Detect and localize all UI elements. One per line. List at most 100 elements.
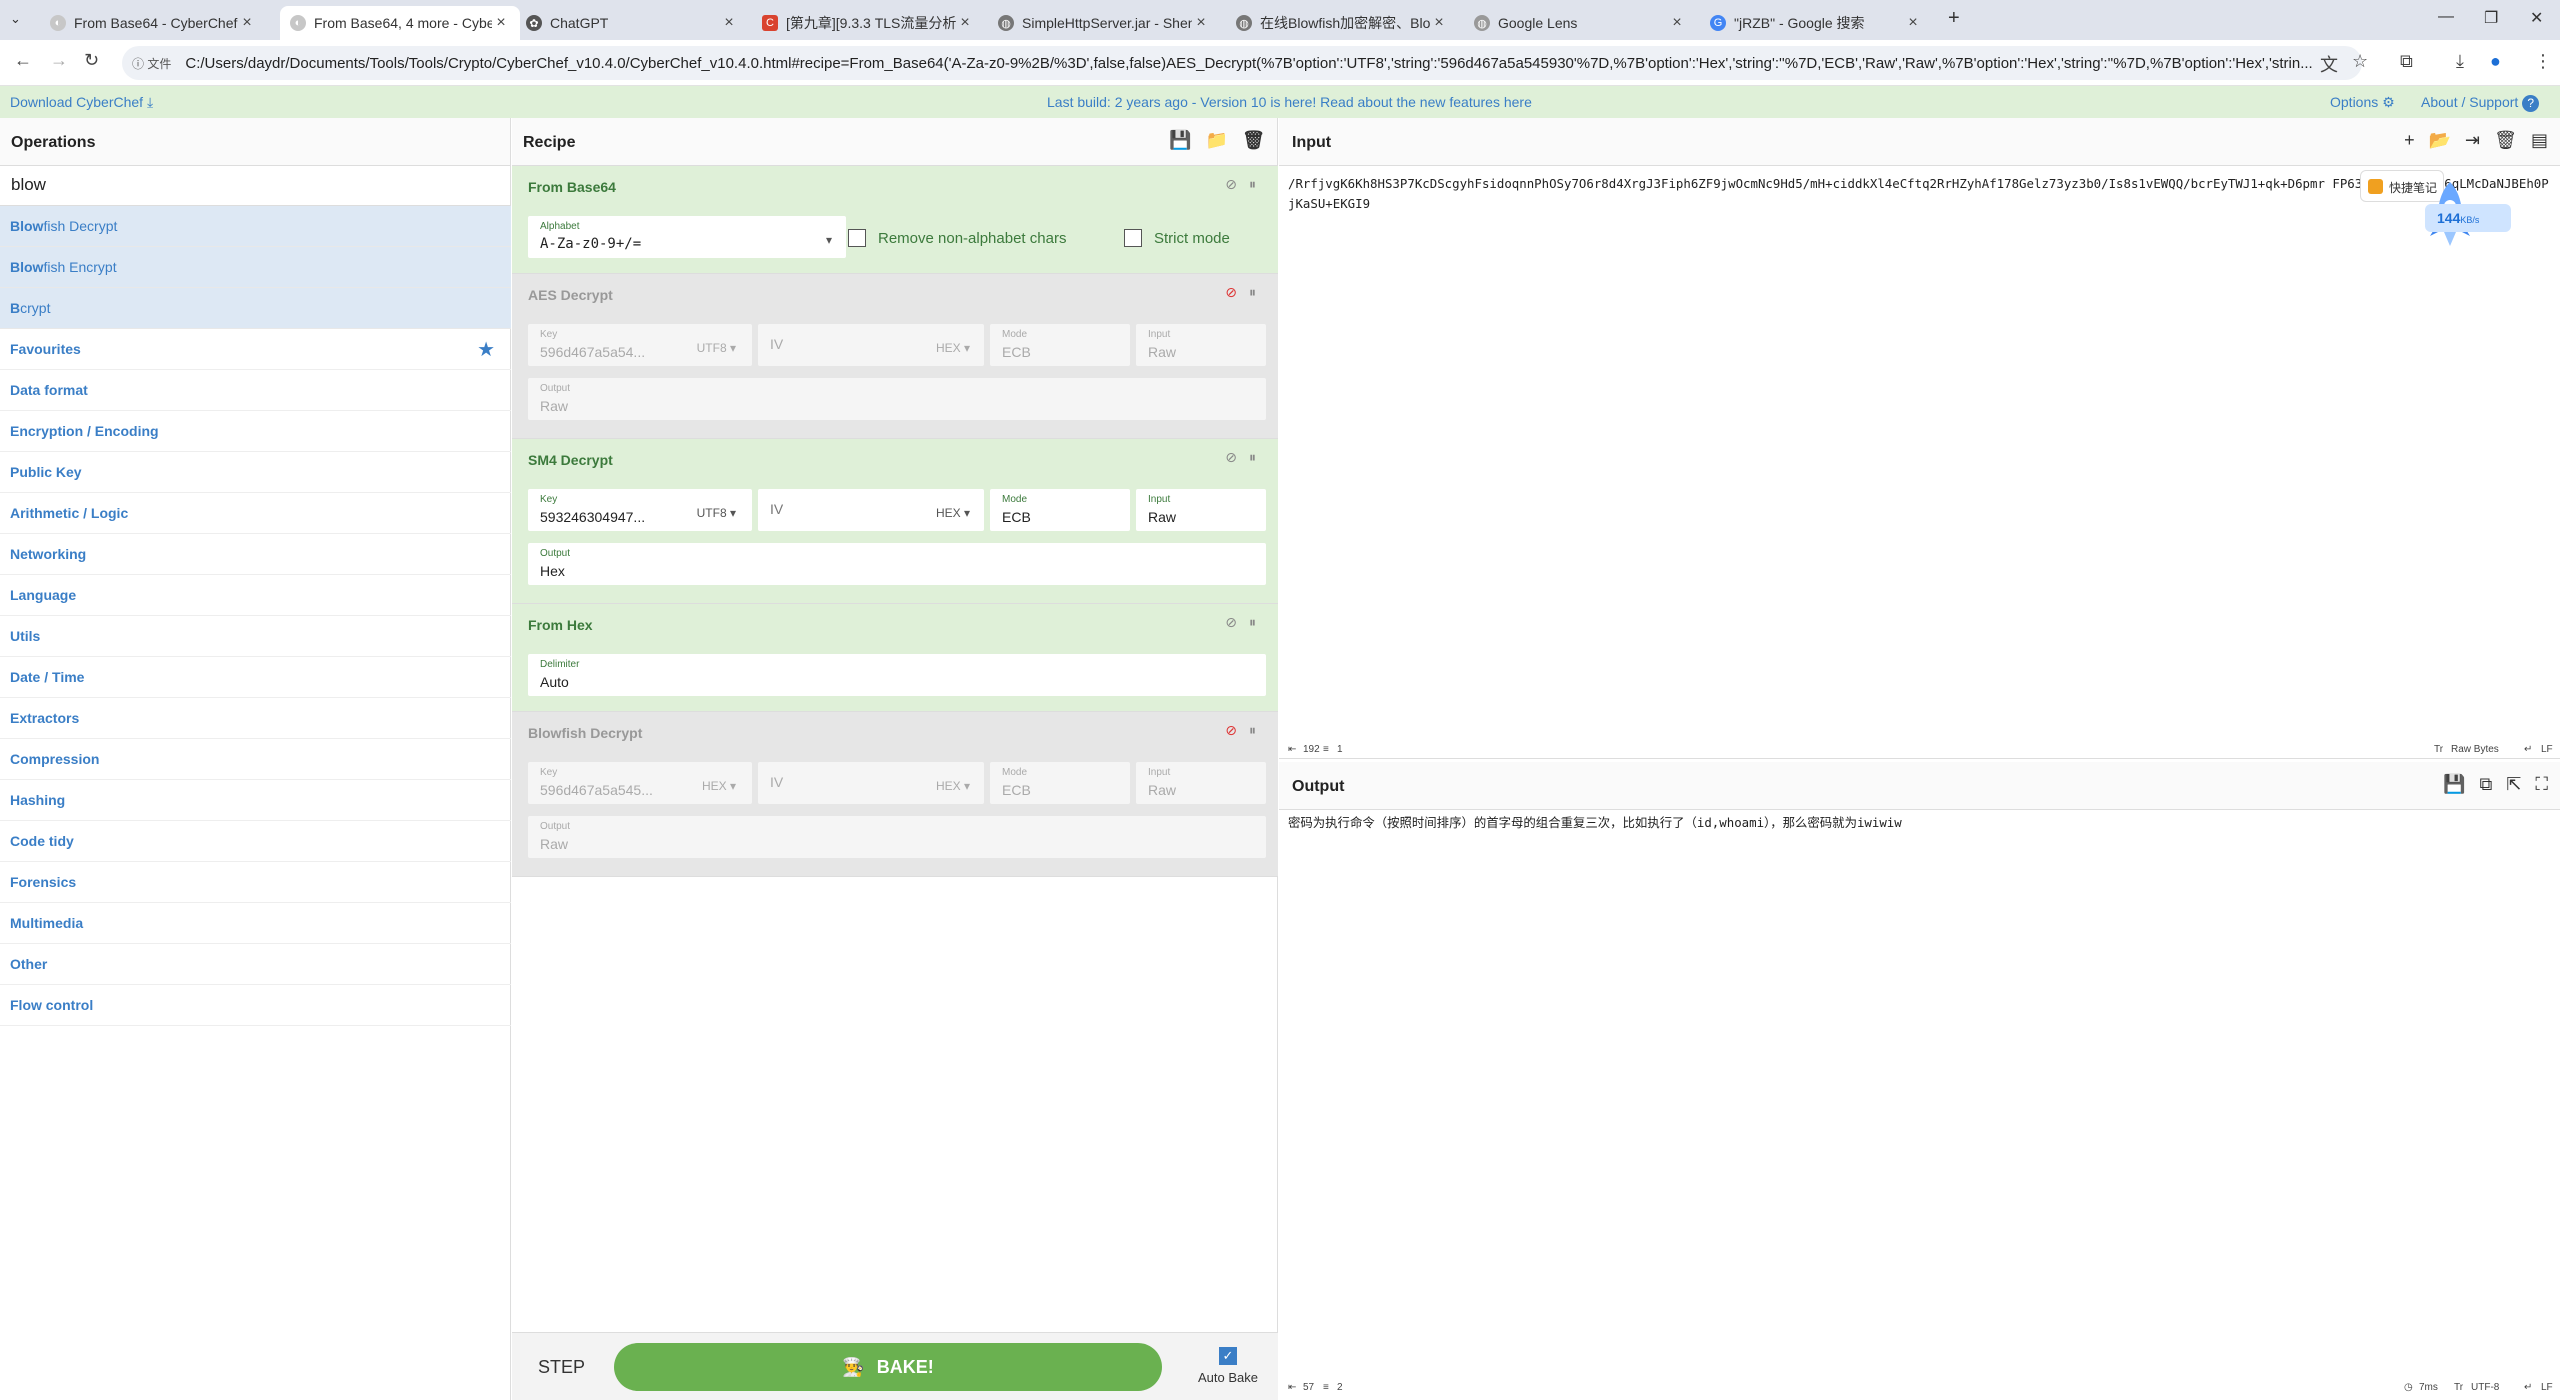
omnibox-file-chip[interactable]: ⓘ 文件 (132, 55, 171, 72)
output-eol-button[interactable]: LF (2541, 1382, 2553, 1393)
disable-icon[interactable]: ⊘ (1225, 614, 1237, 631)
add-tab-plus-icon[interactable]: + (2404, 130, 2415, 151)
alphabet-select[interactable]: Alphabet A-Za-z0-9+/= ▾ (528, 216, 846, 258)
trash-icon[interactable]: 🗑 (1242, 130, 1265, 151)
strict-mode-checkbox[interactable]: Strict mode (1124, 229, 1230, 247)
layout-icon[interactable]: ▤ (2531, 130, 2548, 151)
forward-arrow-icon[interactable]: → (50, 50, 68, 71)
sm4-iv-field[interactable]: IV HEX ▾ (758, 489, 984, 531)
key-encoding-dropdown[interactable]: UTF8 ▾ (697, 506, 736, 520)
category-date-time[interactable]: Date / Time (0, 657, 511, 698)
delimiter-select[interactable]: Delimiter Auto (528, 654, 1266, 696)
breakpoint-pause-icon[interactable]: ⏸ (1249, 722, 1256, 739)
category-favourites[interactable]: Favourites ★ (0, 329, 511, 370)
url-text[interactable]: C:/Users/daydr/Documents/Tools/Tools/Cry… (185, 55, 2362, 72)
profile-avatar-icon[interactable]: ● (2490, 51, 2501, 72)
op-blowfish-decrypt[interactable]: Blowfish Decrypt (0, 206, 511, 247)
remove-non-alphabet-checkbox[interactable]: Remove non-alphabet chars (848, 229, 1066, 247)
folder-icon[interactable]: 📁 (1206, 130, 1228, 151)
category-extractors[interactable]: Extractors (0, 698, 511, 739)
bookmark-star-icon[interactable]: ☆ (2352, 51, 2368, 72)
close-icon[interactable]: × (492, 14, 510, 32)
category-hashing[interactable]: Hashing (0, 780, 511, 821)
recipe-op-from-hex[interactable]: From Hex ⊘ ⏸ Delimiter Auto (512, 604, 1278, 712)
open-folder-icon[interactable]: 📂 (2429, 130, 2451, 151)
address-bar[interactable]: ⓘ 文件 C:/Users/daydr/Documents/Tools/Tool… (122, 46, 2362, 80)
disable-icon[interactable]: ⊘ (1225, 284, 1237, 301)
category-other[interactable]: Other (0, 944, 511, 985)
download-cyberchef-link[interactable]: Download CyberChef ⤓ (10, 94, 153, 111)
options-link[interactable]: Options ⚙ (2330, 94, 2395, 111)
tab-tls[interactable]: C [第九章][9.3.3 TLS流量分析]TLS × (752, 6, 984, 40)
category-networking[interactable]: Networking (0, 534, 511, 575)
trash-icon[interactable]: 🗑 (2494, 130, 2517, 151)
tab-cyberchef-active[interactable]: ◐ From Base64, 4 more - CyberChef × (280, 6, 520, 40)
close-icon[interactable]: × (720, 14, 738, 32)
recipe-op-blowfish-decrypt[interactable]: Blowfish Decrypt ⊘ ⏸ Key 596d467a5a545...… (512, 712, 1278, 877)
banner-message-link[interactable]: Last build: 2 years ago - Version 10 is … (1047, 94, 1532, 110)
sm4-mode-select[interactable]: Mode ECB (990, 489, 1130, 531)
operations-search-input[interactable]: blow (0, 166, 511, 206)
output-encoding-button[interactable]: UTF-8 (2471, 1382, 2499, 1393)
minimize-icon[interactable]: — (2438, 8, 2454, 26)
op-bcrypt[interactable]: Bcrypt (0, 288, 511, 329)
tab-blowfish[interactable]: ◍ 在线Blowfish加密解密、Blowfish × (1226, 6, 1458, 40)
category-arithmetic-logic[interactable]: Arithmetic / Logic (0, 493, 511, 534)
copy-icon[interactable]: ⧉ (2479, 774, 2492, 795)
sm4-key-field[interactable]: Key 593246304947... UTF8 ▾ (528, 489, 752, 531)
aes-output-select[interactable]: Output Raw (528, 378, 1266, 420)
close-icon[interactable]: × (1668, 14, 1686, 32)
category-flow-control[interactable]: Flow control (0, 985, 511, 1026)
blowfish-iv-field[interactable]: IV HEX ▾ (758, 762, 984, 804)
tab-google-search[interactable]: G "jRZB" - Google 搜索 × (1700, 6, 1932, 40)
tab-chatgpt[interactable]: ✿ ChatGPT × (516, 6, 748, 40)
breakpoint-pause-icon[interactable]: ⏸ (1249, 284, 1256, 301)
back-arrow-icon[interactable]: ← (14, 50, 32, 71)
iv-encoding-dropdown[interactable]: HEX ▾ (936, 341, 970, 355)
translate-icon[interactable]: 文 (2320, 51, 2338, 77)
save-icon[interactable]: 💾 (1169, 130, 1191, 151)
recipe-op-from-base64[interactable]: From Base64 ⊘ ⏸ Alphabet A-Za-z0-9+/= ▾ R… (512, 166, 1278, 274)
save-icon[interactable]: 💾 (2443, 774, 2465, 795)
category-data-format[interactable]: Data format (0, 370, 511, 411)
replace-input-icon[interactable]: ⇱ (2506, 774, 2521, 795)
new-tab-plus-icon[interactable]: + (1948, 7, 1960, 30)
window-close-icon[interactable]: ✕ (2530, 8, 2543, 28)
auto-bake-checkbox[interactable]: ✓ Auto Bake (1190, 1347, 1266, 1385)
download-icon[interactable]: ⤓ (2456, 51, 2464, 72)
recipe-op-sm4-decrypt[interactable]: SM4 Decrypt ⊘ ⏸ Key 593246304947... UTF8 … (512, 439, 1278, 604)
close-icon[interactable]: × (956, 14, 974, 32)
reload-icon[interactable]: ↻ (84, 50, 99, 71)
sm4-input-select[interactable]: Input Raw (1136, 489, 1266, 531)
disable-icon[interactable]: ⊘ (1225, 449, 1237, 466)
breakpoint-pause-icon[interactable]: ⏸ (1249, 614, 1256, 631)
input-encoding-button[interactable]: Raw Bytes (2451, 744, 2499, 755)
close-icon[interactable]: × (1430, 14, 1448, 32)
blowfish-mode-select[interactable]: Mode ECB (990, 762, 1130, 804)
close-icon[interactable]: × (238, 14, 256, 32)
restore-icon[interactable]: ❐ (2484, 8, 2498, 28)
tab-search-icon[interactable]: ⌄ (10, 11, 21, 27)
iv-encoding-dropdown[interactable]: HEX ▾ (936, 779, 970, 793)
category-utils[interactable]: Utils (0, 616, 511, 657)
menu-kebab-icon[interactable]: ⋮ (2534, 51, 2552, 72)
category-public-key[interactable]: Public Key (0, 452, 511, 493)
sm4-output-select[interactable]: Output Hex (528, 543, 1266, 585)
breakpoint-pause-icon[interactable]: ⏸ (1249, 449, 1256, 466)
close-icon[interactable]: × (1904, 14, 1922, 32)
disable-icon[interactable]: ⊘ (1225, 722, 1237, 739)
category-compression[interactable]: Compression (0, 739, 511, 780)
blowfish-output-select[interactable]: Output Raw (528, 816, 1266, 858)
tab-simplehttpserver[interactable]: ◍ SimpleHttpServer.jar - Shenna × (988, 6, 1220, 40)
recipe-op-aes-decrypt[interactable]: AES Decrypt ⊘ ⏸ Key 596d467a5a54... UTF8 … (512, 274, 1278, 439)
extensions-icon[interactable]: ⧉ (2400, 51, 2413, 72)
aes-iv-field[interactable]: IV HEX ▾ (758, 324, 984, 366)
bake-button[interactable]: 👨‍🍳 BAKE! (614, 1343, 1162, 1391)
breakpoint-pause-icon[interactable]: ⏸ (1249, 176, 1256, 193)
aes-key-field[interactable]: Key 596d467a5a54... UTF8 ▾ (528, 324, 752, 366)
open-file-icon[interactable]: ⇥ (2465, 130, 2480, 151)
key-encoding-dropdown[interactable]: UTF8 ▾ (697, 341, 736, 355)
aes-mode-select[interactable]: Mode ECB (990, 324, 1130, 366)
category-forensics[interactable]: Forensics (0, 862, 511, 903)
category-code-tidy[interactable]: Code tidy (0, 821, 511, 862)
